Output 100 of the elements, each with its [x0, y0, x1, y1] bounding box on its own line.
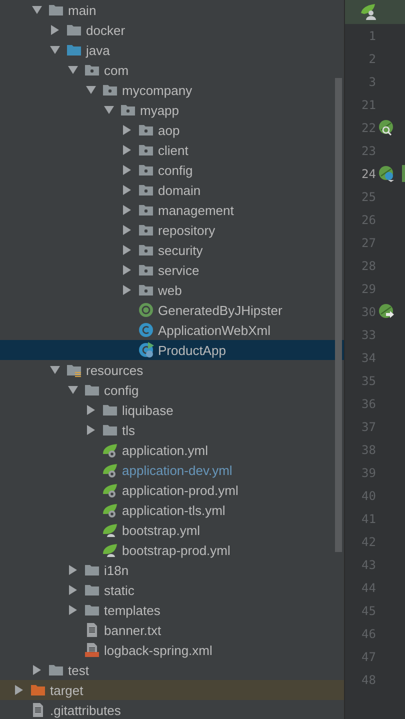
package-folder-icon	[84, 62, 100, 78]
package-folder-icon	[138, 222, 154, 238]
package-folder-icon	[138, 202, 154, 218]
folder-icon	[84, 602, 100, 618]
change-marker[interactable]	[402, 165, 405, 182]
tree-item[interactable]: java	[0, 40, 344, 60]
package-folder-icon	[138, 162, 154, 178]
tree-item[interactable]: config	[0, 380, 344, 400]
folder-icon	[84, 562, 100, 578]
xml-file-icon	[84, 642, 100, 658]
text-file-icon	[84, 622, 100, 638]
package-folder-icon	[120, 102, 136, 118]
leaf-gear-icon	[102, 462, 118, 478]
tree-item[interactable]: config	[0, 160, 344, 180]
scrollbar[interactable]	[335, 78, 342, 552]
tree-item[interactable]: test	[0, 660, 344, 680]
tree-item[interactable]: target	[0, 680, 344, 700]
leaf-search-icon[interactable]	[379, 120, 395, 136]
leaf-gear-icon	[102, 482, 118, 498]
tree-item[interactable]: static	[0, 580, 344, 600]
tree-item[interactable]: application-dev.yml	[0, 460, 344, 480]
tree-item[interactable]: application-prod.yml	[0, 480, 344, 500]
tree-item[interactable]: security	[0, 240, 344, 260]
arrow-right-icon[interactable]	[122, 185, 132, 195]
tree-item[interactable]: mycompany	[0, 80, 344, 100]
leaf-bean-icon[interactable]	[379, 166, 395, 182]
arrow-down-icon[interactable]	[50, 45, 60, 55]
folder-icon	[30, 682, 46, 698]
arrow-down-icon[interactable]	[104, 105, 114, 115]
tree-item[interactable]: management	[0, 200, 344, 220]
tree-item[interactable]: client	[0, 140, 344, 160]
package-folder-icon	[102, 82, 118, 98]
arrow-right-icon[interactable]	[50, 25, 60, 35]
annotation-icon	[138, 302, 154, 318]
tree-item[interactable]: myapp	[0, 100, 344, 120]
package-folder-icon	[138, 262, 154, 278]
tree-item[interactable]: templates	[0, 600, 344, 620]
folder-icon	[84, 382, 100, 398]
folder-icon	[66, 22, 82, 38]
arrow-right-icon[interactable]	[68, 605, 78, 615]
arrow-down-icon[interactable]	[50, 365, 60, 375]
arrow-down-icon[interactable]	[68, 65, 78, 75]
tree-item[interactable]: domain	[0, 180, 344, 200]
class-run-icon	[138, 342, 154, 358]
arrow-right-icon[interactable]	[68, 565, 78, 575]
tree-item[interactable]: liquibase	[0, 400, 344, 420]
arrow-right-icon[interactable]	[122, 205, 132, 215]
arrow-right-icon[interactable]	[68, 585, 78, 595]
tree-item[interactable]: com	[0, 60, 344, 80]
tree-item[interactable]: web	[0, 280, 344, 300]
tree-item[interactable]: main	[0, 0, 344, 20]
leaf-person-icon[interactable]	[361, 4, 379, 20]
tree-item[interactable]: banner.txt	[0, 620, 344, 640]
arrow-right-icon[interactable]	[86, 405, 96, 415]
arrow-right-icon[interactable]	[122, 145, 132, 155]
tree-item[interactable]: logback-spring.xml	[0, 640, 344, 660]
folder-icon	[102, 422, 118, 438]
tree-item[interactable]: resources	[0, 360, 344, 380]
leaf-icon	[102, 542, 118, 558]
arrow-right-icon[interactable]	[122, 125, 132, 135]
arrow-right-icon[interactable]	[86, 425, 96, 435]
package-folder-icon	[138, 122, 154, 138]
leaf-icon	[102, 522, 118, 538]
tree-item[interactable]: ProductApp	[0, 340, 344, 360]
folder-icon	[48, 662, 64, 678]
arrow-right-icon[interactable]	[122, 285, 132, 295]
arrow-right-icon[interactable]	[122, 245, 132, 255]
arrow-right-icon[interactable]	[32, 665, 42, 675]
class-icon	[138, 322, 154, 338]
folder-icon	[66, 42, 82, 58]
tree-item[interactable]: docker	[0, 20, 344, 40]
arrow-down-icon[interactable]	[32, 5, 42, 15]
tree-item[interactable]: bootstrap.yml	[0, 520, 344, 540]
arrow-right-icon[interactable]	[14, 685, 24, 695]
tree-item[interactable]: GeneratedByJHipster	[0, 300, 344, 320]
folder-icon	[102, 402, 118, 418]
arrow-right-icon[interactable]	[122, 165, 132, 175]
arrow-right-icon[interactable]	[122, 225, 132, 235]
tree-item[interactable]: tls	[0, 420, 344, 440]
arrow-right-icon[interactable]	[122, 265, 132, 275]
package-folder-icon	[138, 242, 154, 258]
package-folder-icon	[138, 182, 154, 198]
package-folder-icon	[138, 282, 154, 298]
arrow-down-icon[interactable]	[68, 385, 78, 395]
folder-icon	[48, 2, 64, 18]
leaf-gear-icon	[102, 442, 118, 458]
tree-item[interactable]: repository	[0, 220, 344, 240]
arrow-down-icon[interactable]	[86, 85, 96, 95]
line-number: 24	[360, 166, 376, 180]
tree-item[interactable]: ApplicationWebXml	[0, 320, 344, 340]
tree-item[interactable]: service	[0, 260, 344, 280]
tree-item[interactable]: aop	[0, 120, 344, 140]
tree-item[interactable]: application.yml	[0, 440, 344, 460]
tree-item[interactable]: bootstrap-prod.yml	[0, 540, 344, 560]
folder-icon	[84, 582, 100, 598]
tree-item[interactable]: i18n	[0, 560, 344, 580]
tree-item[interactable]: .gitattributes	[0, 700, 344, 719]
resources-folder-icon	[66, 362, 82, 378]
tree-item[interactable]: application-tls.yml	[0, 500, 344, 520]
package-folder-icon	[138, 142, 154, 158]
